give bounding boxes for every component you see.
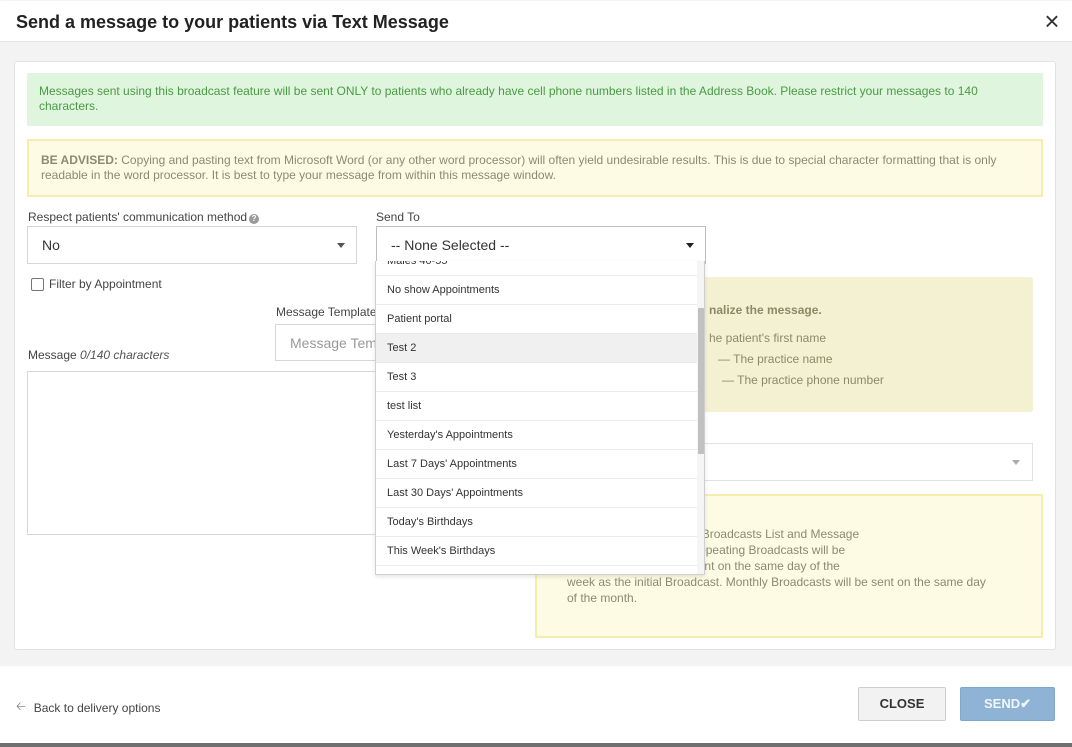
dropdown-option[interactable]: Last 30 Days' Appointments [376, 479, 697, 508]
dropdown-scrollbar[interactable] [697, 261, 704, 574]
message-label: Message 0/140 characters [28, 348, 169, 362]
warning-alert: BE ADVISED: Copying and pasting text fro… [27, 139, 1043, 197]
template-label: Message Template [276, 305, 377, 319]
dropdown-list: Males 40-55 No show Appointments Patient… [376, 261, 697, 566]
communication-method-label: Respect patients' communication method? [28, 210, 260, 224]
dropdown-option[interactable]: No show Appointments [376, 276, 697, 305]
dropdown-option[interactable]: Males 40-55 [376, 261, 697, 276]
dropdown-option[interactable]: Yesterday's Appointments [376, 421, 697, 450]
chevron-down-icon [686, 243, 694, 248]
help-icon[interactable]: ? [249, 214, 260, 224]
dropdown-option[interactable]: Last 7 Days' Appointments [376, 450, 697, 479]
dropdown-option[interactable]: Today's Birthdays [376, 508, 697, 537]
dropdown-option[interactable]: test list [376, 392, 697, 421]
send-to-select[interactable]: -- None Selected -- [376, 226, 706, 264]
merge-line: — The practice phone number [722, 373, 884, 387]
checkmark-icon: ✔ [1020, 696, 1032, 711]
communication-method-value: No [42, 237, 60, 253]
modal-body: Messages sent using this broadcast featu… [0, 42, 1072, 666]
broadcast-modal: Send a message to your patients via Text… [0, 1, 1072, 743]
note-line: of the month. [567, 591, 638, 605]
send-to-label: Send To [376, 210, 420, 224]
dropdown-option-hovered[interactable]: Test 2 [376, 334, 697, 363]
message-textarea[interactable] [27, 371, 407, 535]
warning-text: Copying and pasting text from Microsoft … [41, 153, 997, 182]
send-label: SEND [983, 696, 1021, 711]
modal-header: Send a message to your patients via Text… [0, 1, 1072, 42]
message-counter: 0/140 characters [80, 348, 170, 362]
dropdown-option[interactable]: Test 3 [376, 363, 697, 392]
merge-line: — The practice name [718, 352, 833, 366]
close-icon[interactable]: × [1040, 8, 1064, 34]
dropdown-option[interactable]: Patient portal [376, 305, 697, 334]
send-button[interactable]: SEND✔ [960, 687, 1055, 721]
send-to-value: -- None Selected -- [391, 237, 510, 253]
warning-strong: BE ADVISED: [41, 153, 118, 167]
merge-title: nalize the message. [709, 303, 822, 317]
note-line: week as the initial Broadcast. Monthly B… [567, 575, 986, 589]
communication-method-select[interactable]: No [27, 226, 357, 264]
chevron-down-icon [337, 243, 345, 248]
close-button[interactable]: CLOSE [858, 687, 946, 721]
merge-line: he patient's first name [709, 331, 827, 345]
filter-label: Filter by Appointment [49, 277, 162, 291]
back-label: Back to delivery options [33, 700, 161, 715]
scrollbar-thumb[interactable] [698, 308, 704, 454]
communication-method-label-text: Respect patients' communication method [28, 210, 248, 224]
dropdown-option[interactable]: This Week's Birthdays [376, 537, 697, 566]
modal-footer: 🡠 Back to delivery options CLOSE SEND✔ [0, 666, 1072, 743]
send-to-dropdown[interactable]: Males 40-55 No show Appointments Patient… [375, 261, 705, 575]
filter-by-appointment[interactable]: Filter by Appointment [31, 277, 162, 291]
message-label-text: Message [28, 348, 77, 362]
chevron-down-icon [1012, 460, 1020, 465]
arrow-left-icon: 🡠 [16, 699, 26, 713]
modal-title: Send a message to your patients via Text… [16, 12, 449, 32]
info-alert: Messages sent using this broadcast featu… [27, 73, 1043, 126]
filter-checkbox[interactable] [31, 277, 44, 291]
back-to-delivery-link[interactable]: 🡠 Back to delivery options [16, 697, 160, 718]
